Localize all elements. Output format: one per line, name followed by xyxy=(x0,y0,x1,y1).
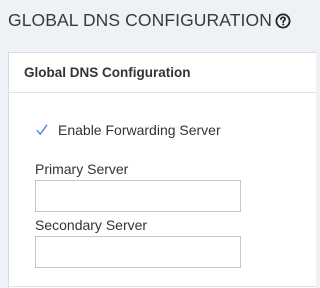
page-title: GLOBAL DNS CONFIGURATION xyxy=(8,9,272,30)
primary-server-input[interactable] xyxy=(35,180,241,212)
enable-forwarding-checkbox[interactable] xyxy=(35,123,49,137)
card-bottom-divider xyxy=(8,286,316,287)
primary-server-label: Primary Server xyxy=(35,161,129,177)
enable-forwarding-label: Enable Forwarding Server xyxy=(58,122,221,138)
help-icon[interactable] xyxy=(275,13,291,29)
dns-config-card: Global DNS Configuration Enable Forwardi… xyxy=(8,52,316,288)
enable-forwarding-row[interactable]: Enable Forwarding Server xyxy=(35,122,221,138)
checkmark-icon xyxy=(36,124,48,135)
card-title: Global DNS Configuration xyxy=(24,65,191,80)
card-header: Global DNS Configuration xyxy=(9,53,316,93)
secondary-server-label: Secondary Server xyxy=(35,217,148,233)
secondary-server-input[interactable] xyxy=(35,236,241,268)
page-header: GLOBAL DNS CONFIGURATION xyxy=(8,8,291,32)
